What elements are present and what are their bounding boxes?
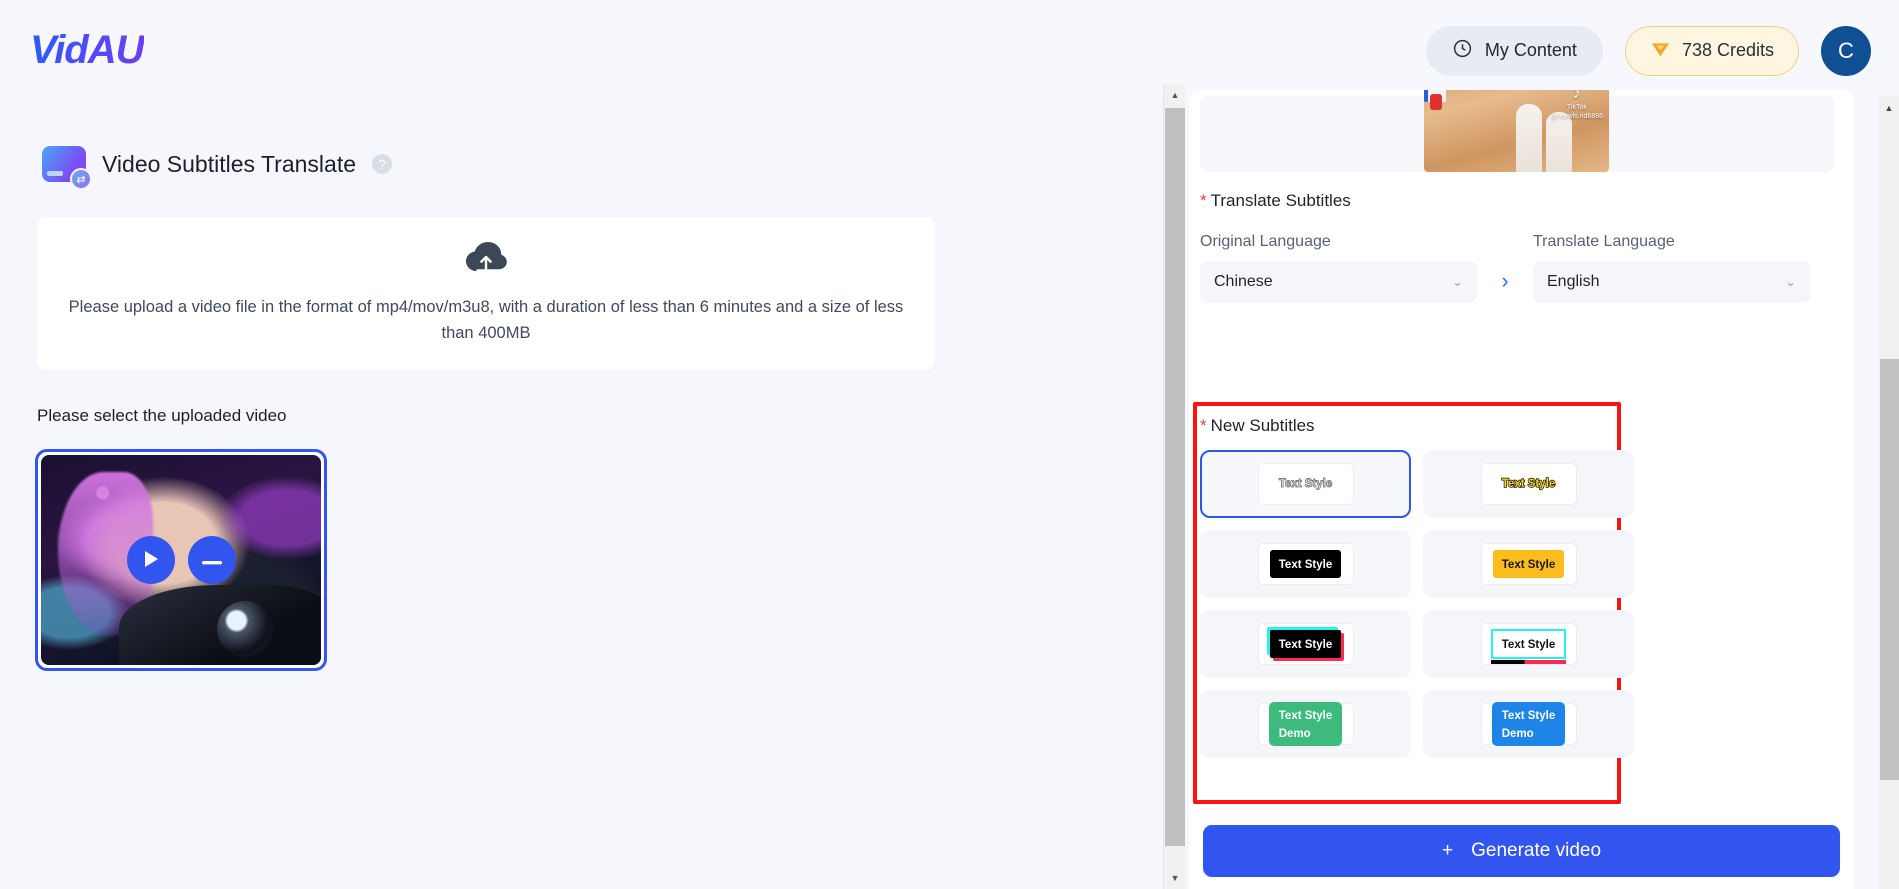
uploaded-video-thumbnail[interactable]	[35, 449, 327, 671]
style-preview-3: Text Style	[1257, 543, 1354, 585]
translate-language-column: Translate Language English ⌄	[1533, 233, 1810, 303]
new-subtitles-text: New Subtitles	[1210, 416, 1315, 435]
page-title-row: ⇄ Video Subtitles Translate ?	[42, 146, 1160, 190]
style-preview-7: Text Style Demo	[1257, 702, 1354, 746]
minus-icon	[201, 553, 222, 568]
tiktok-watermark: ♪ TikTok @ eowls.rid6886	[1551, 90, 1603, 122]
style-preview-4: Text Style	[1480, 543, 1577, 585]
thumb-object-red	[1430, 94, 1442, 110]
original-language-label: Original Language	[1200, 233, 1331, 250]
generate-video-button[interactable]: + Generate video	[1203, 825, 1840, 877]
style-label: Text Style	[1278, 477, 1333, 490]
style-label: Text Style	[1501, 477, 1556, 490]
style-label: Text Style	[1278, 639, 1333, 651]
upload-instructions: Please upload a video file in the format…	[68, 297, 904, 342]
translate-subtitles-text: Translate Subtitles	[1210, 191, 1351, 210]
style-preview-inner: Text Style	[1490, 629, 1567, 664]
style-label: Text Style	[1501, 559, 1556, 571]
original-language-select[interactable]: Chinese ⌄	[1200, 261, 1477, 303]
translate-subtitles-section: * Translate Subtitles Original Language C…	[1200, 191, 1840, 303]
help-icon[interactable]: ?	[372, 154, 393, 174]
translate-language-value: English	[1547, 273, 1600, 290]
credits-label: 738 Credits	[1681, 40, 1774, 60]
page-scrollbar[interactable]: ▲ ▼	[1163, 84, 1185, 889]
remove-video-button[interactable]	[187, 536, 236, 584]
subtitle-style-grid: Text Style Text Style Text Style Text St…	[1200, 450, 1840, 758]
panel-scrollbar-thumb[interactable]	[1880, 359, 1899, 780]
panel-scroll-up-arrow-icon[interactable]: ▲	[1879, 99, 1899, 117]
cloud-upload-icon	[465, 241, 507, 279]
subtitle-style-option-6[interactable]: Text Style	[1423, 610, 1634, 678]
settings-panel: ♪ TikTok @ eowls.rid6886 * Translate Subt…	[1189, 90, 1854, 889]
upload-dropzone[interactable]: Please upload a video file in the format…	[37, 217, 935, 370]
style-preview-inner: Text Style Demo	[1491, 702, 1566, 746]
clock-icon	[1452, 38, 1473, 64]
play-button[interactable]	[126, 536, 175, 584]
style-preview-2: Text Style	[1480, 463, 1577, 505]
translate-language-select[interactable]: English ⌄	[1533, 261, 1810, 303]
subtitle-style-option-5[interactable]: Text Style	[1200, 610, 1411, 678]
new-subtitles-label: * New Subtitles	[1200, 416, 1840, 436]
video-subtitles-icon: ⇄	[42, 146, 92, 190]
generate-video-label: Generate video	[1471, 840, 1602, 861]
language-selector-row: Original Language Chinese ⌄ › Translate …	[1200, 233, 1840, 303]
thumb-leg-left	[1516, 104, 1542, 172]
style-preview-6: Text Style	[1480, 623, 1577, 665]
style-preview-inner: Text Style	[1269, 630, 1342, 658]
style-preview-8: Text Style Demo	[1480, 702, 1577, 746]
music-note-icon: ♪	[1572, 90, 1581, 102]
scroll-down-arrow-icon[interactable]: ▼	[1164, 867, 1186, 889]
tiktok-watermark-label: TikTok	[1566, 104, 1587, 111]
style-label: Text Style Demo	[1278, 710, 1333, 740]
subtitle-style-option-4[interactable]: Text Style	[1423, 530, 1634, 598]
vidau-logo[interactable]: VidAU	[30, 28, 145, 73]
required-asterisk: *	[1200, 416, 1207, 435]
subtitle-style-option-1[interactable]: Text Style	[1200, 450, 1411, 518]
style-label: Text Style	[1278, 559, 1333, 571]
app-header: VidAU My Content 738 Credits C	[0, 0, 1899, 101]
panel-scrollbar[interactable]: ▲	[1879, 96, 1899, 889]
chevron-down-icon: ⌄	[1452, 274, 1463, 289]
play-icon	[143, 550, 159, 571]
direction-arrow-icon: ›	[1501, 268, 1509, 293]
tiktok-handle-label: @ eowls.rid6886	[1550, 112, 1603, 120]
style-preview-5: Text Style	[1257, 623, 1354, 665]
translate-language-label: Translate Language	[1533, 233, 1675, 250]
page-scrollbar-thumb[interactable]	[1165, 108, 1185, 846]
style-preview-1: Text Style	[1257, 463, 1354, 505]
translate-subtitles-label: * Translate Subtitles	[1200, 191, 1840, 211]
diamond-icon	[1650, 39, 1671, 63]
style-preview-inner: Text Style	[1492, 550, 1565, 578]
style-label: Text Style Demo	[1501, 710, 1556, 740]
credits-button[interactable]: 738 Credits	[1624, 25, 1799, 76]
subtitle-style-option-7[interactable]: Text Style Demo	[1200, 690, 1411, 758]
subtitle-style-option-2[interactable]: Text Style	[1423, 450, 1634, 518]
selected-video-strip: ♪ TikTok @ eowls.rid6886	[1200, 90, 1834, 172]
chevron-down-icon: ⌄	[1785, 274, 1796, 289]
new-subtitles-section: * New Subtitles Text Style Text Style Te…	[1200, 416, 1840, 758]
left-content-column: ⇄ Video Subtitles Translate ? Please upl…	[0, 101, 1160, 889]
original-language-column: Original Language Chinese ⌄	[1200, 233, 1477, 303]
translate-badge-icon: ⇄	[70, 168, 92, 190]
page-title: Video Subtitles Translate	[102, 150, 357, 177]
my-content-button[interactable]: My Content	[1425, 25, 1603, 76]
required-asterisk: *	[1200, 191, 1207, 210]
avatar[interactable]: C	[1821, 25, 1871, 76]
subtitle-style-option-8[interactable]: Text Style Demo	[1423, 690, 1634, 758]
original-language-value: Chinese	[1214, 273, 1273, 290]
style-preview-inner: Text Style	[1269, 550, 1342, 578]
select-video-label: Please select the uploaded video	[37, 406, 287, 425]
tiktok-video-thumbnail[interactable]: ♪ TikTok @ eowls.rid6886	[1424, 90, 1609, 172]
plus-icon: +	[1441, 840, 1454, 861]
my-content-label: My Content	[1484, 40, 1577, 60]
style-label: Text Style	[1501, 639, 1556, 651]
header-actions: My Content 738 Credits C	[1425, 25, 1871, 76]
subtitle-style-option-3[interactable]: Text Style	[1200, 530, 1411, 598]
style-preview-inner: Text Style Demo	[1268, 702, 1343, 746]
scroll-up-arrow-icon[interactable]: ▲	[1164, 84, 1186, 106]
video-thumb-controls	[38, 452, 324, 668]
